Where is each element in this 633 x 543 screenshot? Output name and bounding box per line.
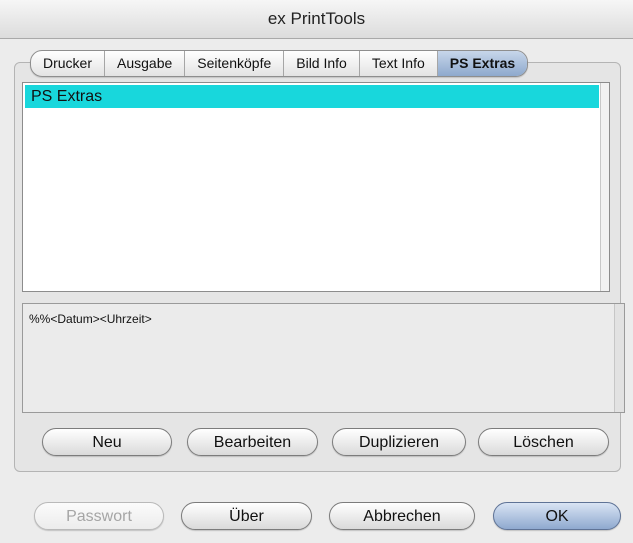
duplicate-button[interactable]: Duplizieren — [332, 428, 466, 456]
extras-list[interactable]: PS Extras — [22, 82, 610, 292]
tab-text-info[interactable]: Text Info — [358, 51, 437, 76]
editor-scrollbar[interactable] — [614, 304, 624, 412]
list-scrollbar[interactable] — [600, 83, 609, 291]
tab-drucker[interactable]: Drucker — [31, 51, 104, 76]
tab-bild-info[interactable]: Bild Info — [283, 51, 359, 76]
tab-seitenkoepfe[interactable]: Seitenköpfe — [184, 51, 283, 76]
tab-ausgabe[interactable]: Ausgabe — [104, 51, 184, 76]
ps-code-editor[interactable]: %%<Datum><Uhrzeit> — [22, 303, 625, 413]
delete-button[interactable]: Löschen — [478, 428, 609, 456]
editor-text: %%<Datum><Uhrzeit> — [29, 312, 152, 326]
new-button[interactable]: Neu — [42, 428, 172, 456]
ok-button[interactable]: OK — [493, 502, 621, 530]
list-item[interactable]: PS Extras — [25, 85, 599, 108]
tab-ps-extras[interactable]: PS Extras — [436, 51, 528, 76]
about-button[interactable]: Über — [181, 502, 312, 530]
edit-button[interactable]: Bearbeiten — [187, 428, 318, 456]
window-title: ex PrintTools — [0, 0, 633, 39]
dialog-window: ex PrintTools Drucker Ausgabe Seitenköpf… — [0, 0, 633, 543]
cancel-button[interactable]: Abbrechen — [329, 502, 475, 530]
password-button[interactable]: Passwort — [34, 502, 164, 530]
tab-bar: Drucker Ausgabe Seitenköpfe Bild Info Te… — [30, 50, 529, 77]
